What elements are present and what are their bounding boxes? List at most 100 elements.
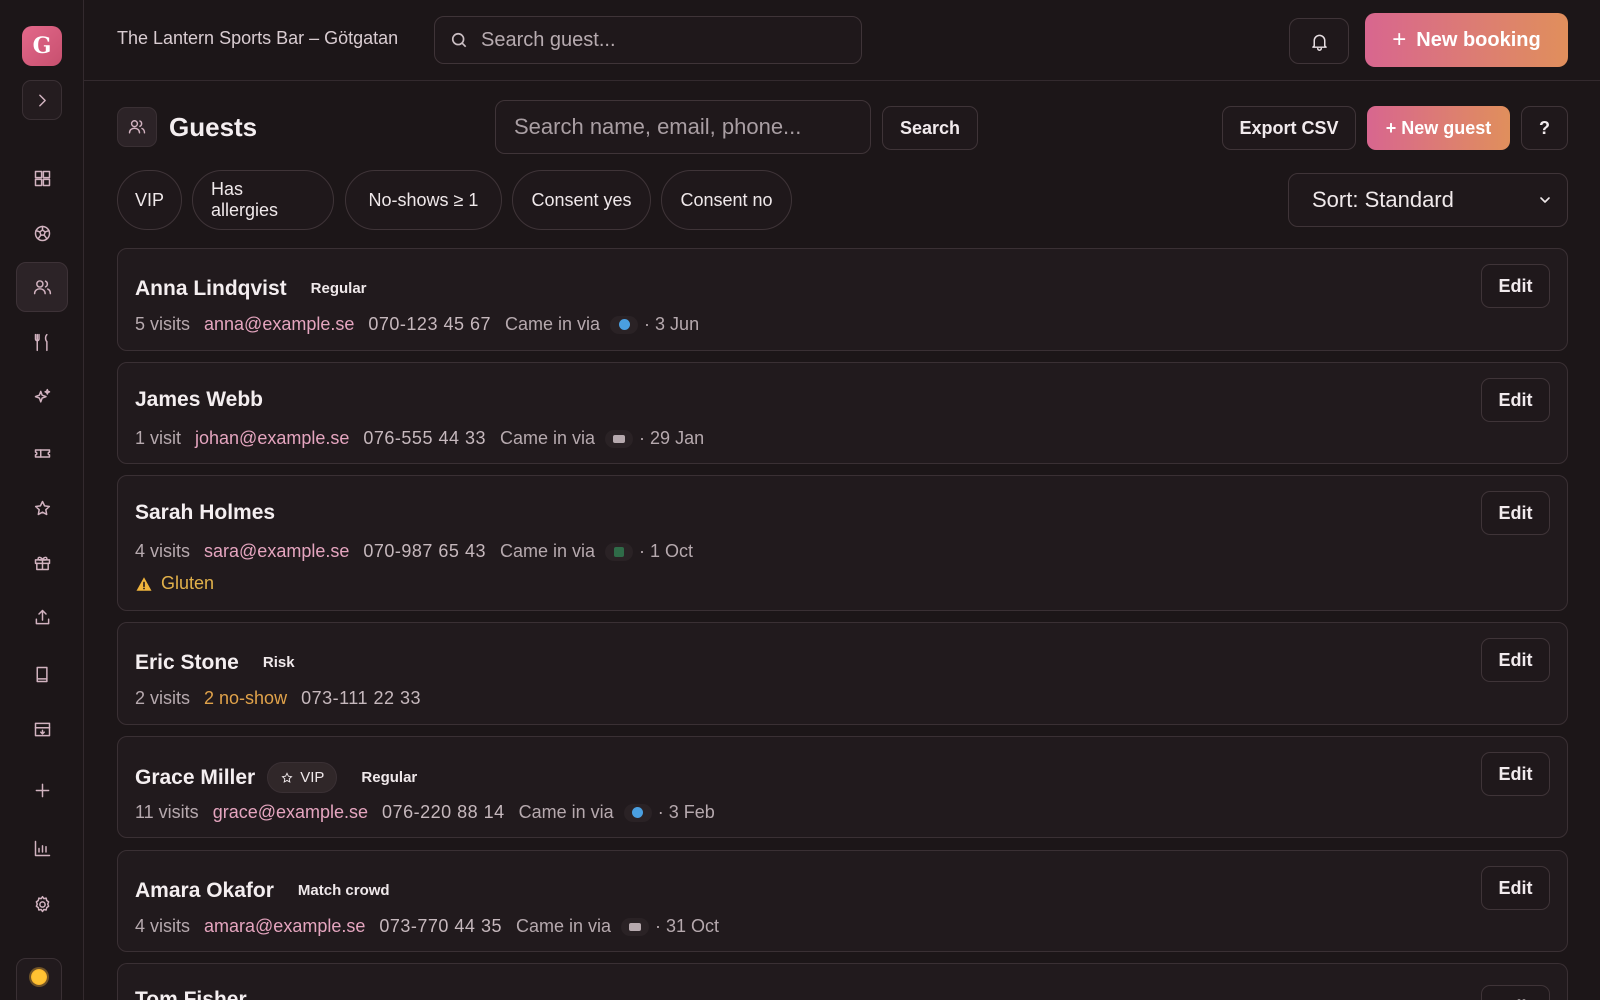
guest-phone[interactable]: 070-123 45 67 (368, 314, 491, 335)
nav-add[interactable] (16, 765, 68, 815)
came-in-via-label: Came in via (515, 916, 612, 936)
page-title: Guests (169, 112, 258, 142)
guest-card[interactable]: Anna Lindqvist Regular 5 visits anna@exa… (117, 248, 1568, 351)
guest-tag: Regular (310, 280, 367, 297)
source-card-icon (621, 917, 650, 936)
vip-label: VIP (300, 769, 325, 786)
theme-toggle-button[interactable] (16, 958, 62, 1000)
nav-guests[interactable] (16, 262, 68, 312)
nav-favorites[interactable] (16, 483, 68, 533)
sort-select[interactable]: Sort: Standard (1288, 173, 1568, 227)
guest-phone[interactable]: 070-987 65 43 (363, 541, 486, 562)
guest-email[interactable]: anna@example.se (204, 314, 354, 335)
filter-vip[interactable]: VIP (117, 170, 182, 230)
edit-guest-button[interactable]: Edit (1481, 985, 1550, 1000)
nav-archive[interactable] (16, 704, 68, 754)
edit-guest-button[interactable]: Edit (1481, 491, 1550, 535)
guest-email[interactable]: amara@example.se (204, 916, 365, 937)
new-guest-button[interactable]: + New guest (1367, 106, 1510, 150)
first-visit-date: · 1 Oct (639, 541, 694, 561)
came-in-via-label: Came in via (500, 428, 596, 448)
nav-gifts[interactable] (16, 537, 68, 587)
guests-page-icon (117, 107, 157, 147)
filter-no-shows[interactable]: No-shows ≥ 1 (345, 170, 502, 230)
guest-search-input[interactable] (495, 100, 871, 154)
global-search-input[interactable] (481, 28, 841, 52)
edit-guest-button[interactable]: Edit (1481, 752, 1550, 796)
edit-guest-button[interactable]: Edit (1481, 378, 1550, 422)
nav-reports[interactable] (16, 823, 68, 873)
source-web-icon (623, 803, 652, 822)
visit-count: 5 visits (135, 314, 191, 334)
notifications-button[interactable] (1289, 18, 1349, 64)
guest-card[interactable]: Amara Okafor Match crowd 4 visits amara@… (117, 850, 1568, 952)
guest-email[interactable]: sara@example.se (204, 541, 349, 562)
search-icon (451, 32, 467, 48)
filter-consent-yes[interactable]: Consent yes (512, 170, 651, 230)
plus-icon (35, 783, 49, 797)
star-icon (281, 771, 293, 783)
first-visit-date: · 29 Jan (639, 428, 705, 448)
nav-menu[interactable] (16, 317, 68, 367)
vip-badge: VIP (267, 762, 338, 793)
guest-card[interactable]: Sarah Holmes 4 visits sara@example.se 07… (117, 475, 1568, 611)
guest-card[interactable]: Eric Stone Risk 2 visits 2 no-show 073-1… (117, 622, 1568, 725)
export-csv-button[interactable]: Export CSV (1222, 106, 1356, 150)
new-booking-button[interactable]: + New booking (1365, 13, 1568, 67)
bell-icon (1311, 34, 1327, 51)
new-booking-label: New booking (1416, 28, 1541, 51)
global-search[interactable] (434, 16, 862, 64)
guest-phone[interactable]: 076-220 88 14 (382, 802, 505, 823)
filter-consent-no[interactable]: Consent no (661, 170, 792, 230)
guest-email[interactable]: johan@example.se (195, 428, 349, 449)
search-button[interactable]: Search (882, 106, 978, 150)
bar-chart-icon (34, 840, 50, 856)
guest-name: Sarah Holmes (135, 501, 276, 524)
visit-count: 11 visits (135, 802, 199, 822)
guest-card[interactable]: Grace Miller VIP Regular 11 visits grace… (117, 736, 1568, 838)
nav-tickets[interactable] (16, 428, 68, 478)
top-bar: The Lantern Sports Bar – Götgatan + New b… (84, 0, 1600, 81)
guest-phone[interactable]: 076-555 44 33 (363, 428, 486, 449)
gift-icon (34, 556, 50, 570)
edit-guest-button[interactable]: Edit (1481, 638, 1550, 682)
guest-tag: Match crowd (297, 882, 390, 899)
guest-phone[interactable]: 073-770 44 35 (379, 916, 502, 937)
upload-icon (35, 609, 49, 624)
no-show-count: 2 no-show (204, 688, 288, 708)
nav-ai[interactable] (16, 372, 68, 422)
ticket-icon (34, 448, 50, 458)
filter-has-allergies[interactable]: Has allergies (192, 170, 334, 230)
warning-icon (136, 576, 152, 591)
visit-count: 2 visits (135, 688, 191, 708)
guest-name: James Webb (135, 388, 263, 411)
guest-card[interactable]: Tom Fisher Edit (117, 963, 1568, 1000)
sort-selected-value: Sort: Standard (1312, 187, 1454, 212)
guest-card[interactable]: James Webb 1 visit johan@example.se 076-… (117, 362, 1568, 464)
settings-icon (35, 895, 49, 912)
users-icon (128, 120, 146, 134)
edit-guest-button[interactable]: Edit (1481, 264, 1550, 308)
nav-settings[interactable] (16, 879, 68, 929)
source-partner-icon (605, 542, 634, 561)
allergy-note: Gluten (135, 573, 214, 594)
nav-matches[interactable] (16, 208, 68, 258)
guest-name: Amara Okafor (135, 878, 274, 902)
guest-name: Eric Stone (135, 650, 239, 674)
nav-dashboard[interactable] (16, 153, 68, 203)
expand-sidebar-button[interactable] (22, 80, 62, 120)
visit-count: 1 visit (135, 428, 182, 448)
nav-export[interactable] (16, 592, 68, 642)
help-button[interactable]: ? (1521, 106, 1568, 150)
nav-journal[interactable] (16, 649, 68, 699)
app-logo[interactable]: G (22, 26, 62, 66)
came-in-via-label: Came in via (518, 802, 614, 822)
guest-name: Anna Lindqvist (135, 276, 287, 300)
users-icon (33, 279, 51, 294)
guest-name: Tom Fisher (135, 988, 247, 1000)
guest-phone[interactable]: 073-111 22 33 (301, 688, 421, 709)
utensils-icon (34, 333, 48, 351)
sparkles-icon (34, 388, 50, 403)
edit-guest-button[interactable]: Edit (1481, 866, 1550, 910)
guest-email[interactable]: grace@example.se (213, 802, 368, 823)
